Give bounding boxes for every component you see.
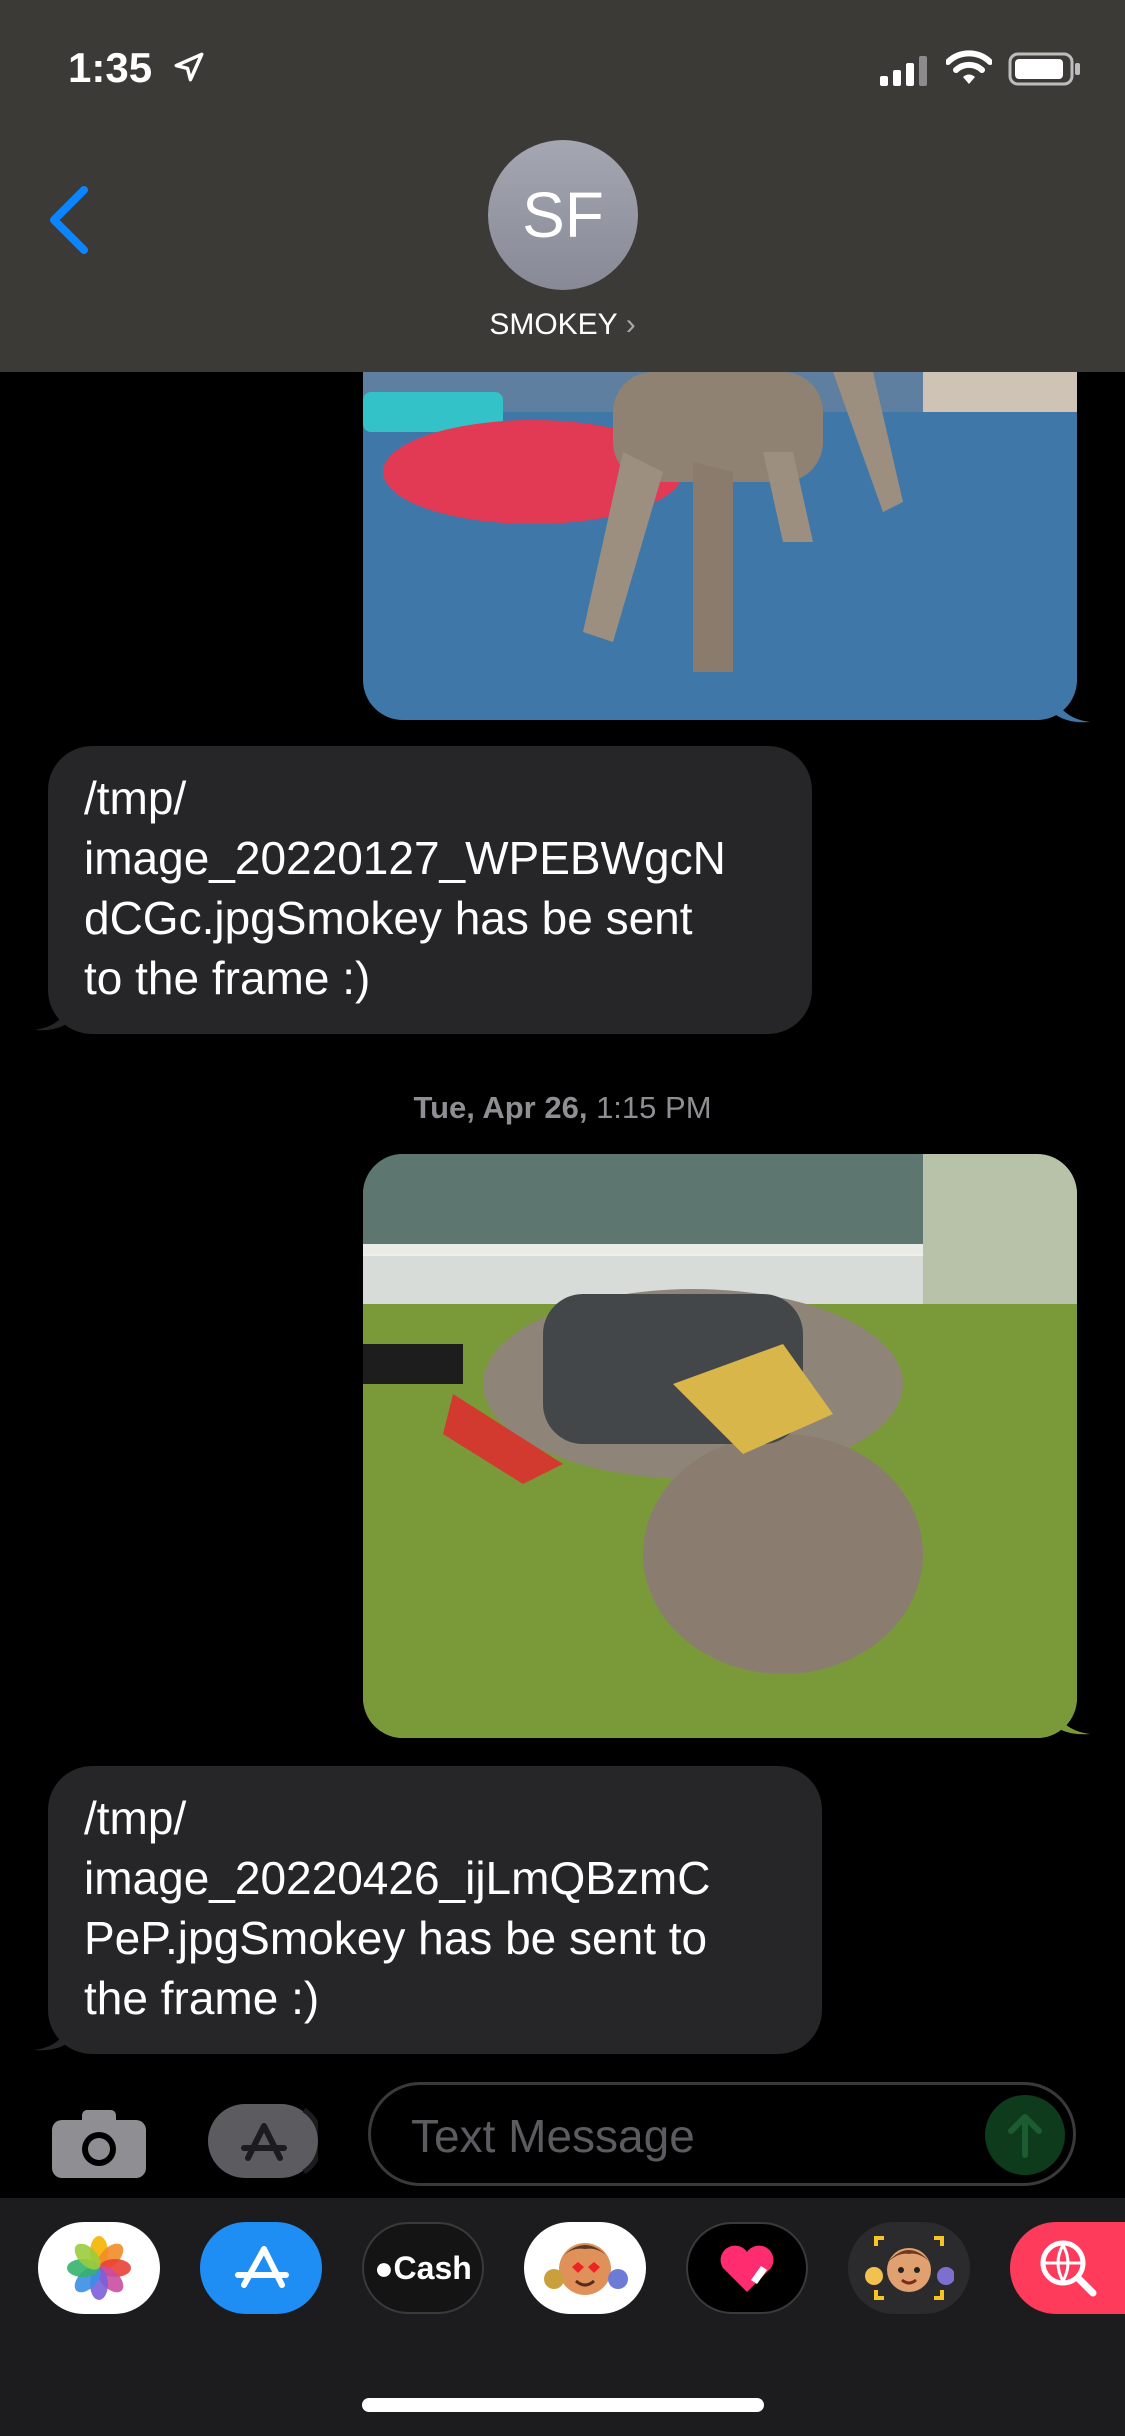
contact-name-button[interactable]: SMOKEY ›: [0, 308, 1125, 342]
location-arrow-icon: [172, 50, 206, 89]
apple-cash-icon[interactable]: ●Cash: [362, 2222, 484, 2314]
bubble-tail-outgoing: [1052, 1700, 1092, 1741]
message-bubble-incoming[interactable]: /tmp/ image_20220127_WPEBWgcN dCGc.jpgSm…: [48, 746, 812, 1034]
memoji-stickers-icon[interactable]: [524, 2222, 646, 2314]
apple-logo-icon: ●: [374, 2249, 394, 2286]
message-input[interactable]: Text Message: [368, 2082, 1076, 2186]
back-chevron-icon[interactable]: [44, 184, 92, 261]
bubble-tail-incoming: [32, 2016, 72, 2057]
arrow-up-icon: [1008, 2114, 1042, 2158]
message-line: /tmp/: [84, 772, 187, 824]
web-search-icon[interactable]: [1010, 2222, 1125, 2314]
message-line: image_20220127_WPEBWgcN: [84, 832, 726, 884]
app-store-drawer-button[interactable]: [208, 2104, 324, 2178]
dog-photo-icon: [363, 372, 1077, 720]
message-line: PeP.jpgSmokey has be sent to: [84, 1912, 708, 1964]
photos-app-icon[interactable]: [38, 2222, 160, 2314]
timestamp-day: Tue, Apr 26,: [413, 1090, 588, 1125]
camera-icon[interactable]: [52, 2108, 146, 2183]
send-button[interactable]: [985, 2095, 1065, 2175]
app-store-icon: [241, 2107, 324, 2175]
timestamp-time: 1:15 PM: [587, 1090, 712, 1125]
apple-cash-label: ●Cash: [374, 2249, 472, 2286]
contact-name: SMOKEY: [489, 308, 618, 341]
message-input-placeholder: Text Message: [411, 2110, 695, 2162]
contact-avatar[interactable]: SF: [488, 140, 638, 290]
status-bar: 1:35: [0, 0, 1125, 140]
bubble-tail-incoming: [32, 996, 72, 1037]
status-time: 1:35: [68, 44, 153, 91]
dog-photo-icon: [363, 1154, 1077, 1738]
avatar-initials: SF: [522, 179, 604, 251]
animoji-icon[interactable]: [848, 2222, 970, 2314]
conversation-header: SF SMOKEY ›: [0, 140, 1125, 372]
message-line: the frame :): [84, 1972, 320, 2024]
wifi-icon: [945, 50, 993, 91]
home-indicator[interactable]: [362, 2398, 764, 2412]
cellular-signal-icon: [880, 56, 932, 91]
message-line: /tmp/: [84, 1792, 187, 1844]
message-line: to the frame :): [84, 952, 371, 1004]
message-bubble-incoming[interactable]: /tmp/ image_20220426_ijLmQBzmC PeP.jpgSm…: [48, 1766, 822, 2054]
app-store-icon[interactable]: [200, 2222, 322, 2314]
message-photo-outgoing[interactable]: [363, 1154, 1077, 1738]
battery-icon: [1008, 52, 1082, 91]
chevron-right-icon: ›: [625, 308, 636, 341]
bubble-tail-outgoing: [1052, 688, 1092, 729]
compose-bar: Text Message: [0, 2078, 1125, 2198]
message-photo-outgoing[interactable]: [363, 372, 1077, 720]
message-line: image_20220426_ijLmQBzmC: [84, 1852, 711, 1904]
digital-touch-icon[interactable]: [686, 2222, 808, 2314]
message-timestamp: Tue, Apr 26, 1:15 PM: [0, 1090, 1125, 1126]
message-line: dCGc.jpgSmokey has be sent: [84, 892, 693, 944]
